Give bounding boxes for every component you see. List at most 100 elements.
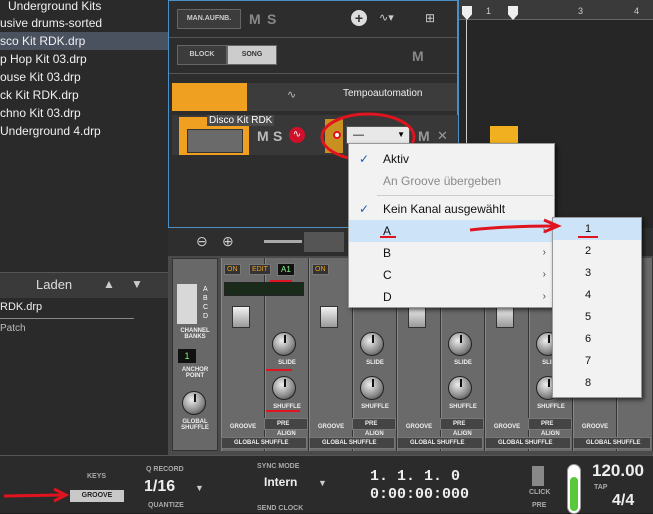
global-shuffle-button[interactable]: GLOBAL SHUFFLE [397, 437, 483, 449]
red-underline-annotation [266, 410, 300, 412]
groove-label: GROOVE [493, 424, 521, 430]
time-display[interactable]: 0:00:00:000 [370, 486, 469, 503]
grid-icon[interactable]: ⊞ [425, 11, 435, 25]
pre-label[interactable]: PRE [532, 502, 546, 509]
solo-button[interactable]: S [267, 11, 276, 27]
manual-record-button[interactable]: MAN.AUFNB. [177, 9, 241, 29]
browser-item[interactable]: chno Kit 03.drp [0, 104, 168, 122]
sync-mode-value[interactable]: Intern [264, 475, 297, 489]
groove-fader[interactable] [496, 306, 514, 328]
browser-item[interactable]: Underground Kits [0, 0, 168, 15]
on-button[interactable]: ON [224, 264, 241, 275]
mute-button[interactable]: M [412, 48, 424, 64]
browser-item[interactable]: ouse Kit 03.drp [0, 68, 168, 86]
shuffle-knob[interactable] [272, 376, 296, 400]
automation-icon[interactable]: ∿▾ [379, 11, 394, 24]
time-signature[interactable]: 4/4 [612, 492, 634, 510]
load-button[interactable]: Laden [36, 277, 72, 292]
shuffle-label: SHUFFLE [449, 404, 477, 410]
browser-item[interactable]: Underground 4.drp [0, 122, 168, 140]
zoom-in-icon[interactable]: ⊕ [222, 233, 234, 250]
pre-align-button[interactable]: PRE ALIGN [528, 418, 572, 437]
close-icon[interactable]: ✕ [437, 128, 448, 144]
browser-item-selected[interactable]: sco Kit RDK.drp [0, 32, 168, 50]
automation-icon: ∿ [287, 89, 297, 101]
submenu-item-3[interactable]: 3 [553, 262, 641, 284]
marker: 3 [578, 6, 584, 16]
global-shuffle-button[interactable]: GLOBAL SHUFFLE [309, 437, 395, 449]
click-label[interactable]: CLICK [529, 489, 550, 496]
load-bar: Laden ▲ ▼ [0, 272, 168, 298]
edit-button[interactable]: EDIT [249, 264, 271, 275]
position-display[interactable]: 1. 1. 1. 0 [370, 468, 460, 485]
groove-label: GROOVE [229, 424, 257, 430]
groove-global-panel: A B C D CHANNEL BANKS 1 ANCHOR POINT GLO… [172, 258, 218, 451]
tempo-level-icon[interactable] [567, 464, 581, 514]
groove-label: GROOVE [317, 424, 345, 430]
chevron-right-icon: › [542, 269, 546, 280]
menu-item-c[interactable]: C › [349, 264, 554, 286]
slide-label: SLIDE [278, 360, 296, 366]
tempo-value[interactable]: 120.00 [592, 461, 644, 481]
anchor-point-value[interactable]: 1 [178, 349, 196, 363]
wave-icon[interactable]: ∿ [289, 127, 305, 143]
browser-item[interactable]: usive drums-sorted [0, 14, 168, 32]
solo-button[interactable]: S [273, 128, 282, 144]
shuffle-knob[interactable] [360, 376, 384, 400]
groove-fader[interactable] [320, 306, 338, 328]
global-shuffle-button[interactable]: GLOBAL SHUFFLE [573, 437, 651, 449]
browser-item[interactable]: p Hop Kit 03.drp [0, 50, 168, 68]
on-button[interactable]: ON [312, 264, 329, 275]
chevron-down-icon[interactable]: ▼ [195, 483, 204, 493]
menu-item-b[interactable]: B › [349, 242, 554, 264]
global-shuffle-button[interactable]: GLOBAL SHUFFLE [221, 437, 307, 449]
slide-label: SLIDE [454, 360, 472, 366]
tap-button[interactable]: TAP [594, 484, 607, 491]
pre-align-button[interactable]: PRE ALIGN [352, 418, 396, 437]
arrow-up-icon[interactable]: ▲ [103, 277, 115, 291]
mute-button[interactable]: M [257, 128, 269, 144]
quantize-value[interactable]: 1/16 [144, 478, 175, 496]
groove-fader[interactable] [408, 306, 426, 328]
waveform-large-icon[interactable] [304, 232, 344, 252]
arrow-down-icon[interactable]: ▼ [131, 277, 143, 291]
global-shuffle-knob[interactable] [182, 391, 206, 415]
drum-kit-thumbnail-icon [187, 129, 243, 153]
pre-align-button[interactable]: PRE ALIGN [440, 418, 484, 437]
add-icon[interactable]: + [351, 10, 367, 26]
zoom-out-icon[interactable]: ⊖ [196, 233, 208, 250]
check-icon: ✓ [359, 152, 370, 166]
submenu-item-5[interactable]: 5 [553, 306, 641, 328]
block-button[interactable]: BLOCK [177, 45, 227, 65]
menu-item-d[interactable]: D › [349, 286, 554, 308]
keys-label[interactable]: KEYS [87, 473, 106, 480]
browser-item[interactable]: ck Kit RDK.drp [0, 86, 168, 104]
submenu-item-4[interactable]: 4 [553, 284, 641, 306]
menu-item-no-channel[interactable]: ✓ Kein Kanal ausgewählt [349, 198, 554, 220]
shuffle-knob[interactable] [448, 376, 472, 400]
slide-knob[interactable] [448, 332, 472, 356]
slide-knob[interactable] [272, 332, 296, 356]
groove-button[interactable]: GROOVE [70, 490, 124, 502]
tempo-track-label: Tempoautomation [343, 88, 423, 99]
slide-label: SLIDE [366, 360, 384, 366]
anchor-point-label: ANCHOR POINT [181, 367, 209, 379]
song-button[interactable]: SONG [227, 45, 277, 65]
pre-align-button[interactable]: PRE ALIGN [264, 418, 308, 437]
submenu-item-8[interactable]: 8 [553, 372, 641, 394]
global-shuffle-button[interactable]: GLOBAL SHUFFLE [485, 437, 571, 449]
channel-a1-display: A1 [277, 263, 295, 276]
metronome-icon[interactable] [532, 466, 544, 486]
mute-button[interactable]: M [418, 128, 430, 144]
mute-button[interactable]: M [249, 11, 261, 27]
waveform-small-icon[interactable] [264, 240, 302, 243]
menu-item-aktiv[interactable]: ✓ Aktiv [349, 148, 554, 170]
submenu-item-2[interactable]: 2 [553, 240, 641, 262]
slide-knob[interactable] [360, 332, 384, 356]
submenu-item-6[interactable]: 6 [553, 328, 641, 350]
chevron-down-icon[interactable]: ▼ [318, 478, 327, 488]
bank-buttons[interactable] [177, 284, 197, 324]
groove-fader[interactable] [232, 306, 250, 328]
file-name: RDK.drp [0, 301, 43, 313]
submenu-item-7[interactable]: 7 [553, 350, 641, 372]
